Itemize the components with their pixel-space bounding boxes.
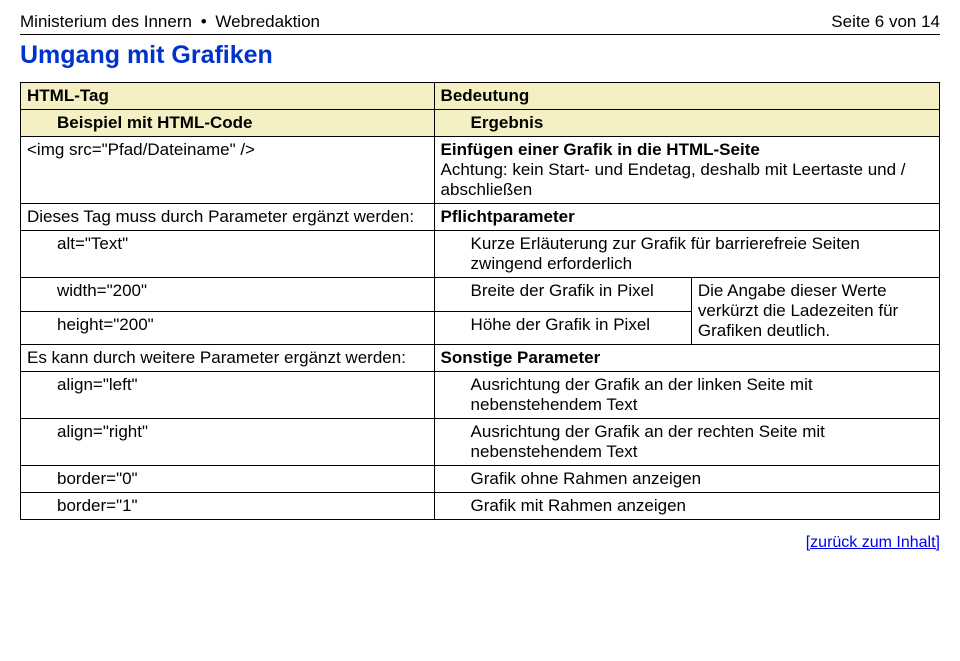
dept-name: Webredaktion [215,12,320,31]
footer-link-wrap: [zurück zum Inhalt] [20,532,940,552]
cell-sonstige-label: Es kann durch weitere Parameter ergänzt … [21,345,435,372]
cell-align-right: align="right" [21,419,435,466]
cell-border0: border="0" [21,466,435,493]
cell-border1: border="1" [21,493,435,520]
cell-align-right-desc: Ausrichtung der Grafik an der rechten Se… [434,419,939,466]
cell-align-left-desc: Ausrichtung der Grafik an der linken Sei… [434,372,939,419]
org-name: Ministerium des Innern [20,12,192,31]
page-header: Ministerium des Innern • Webredaktion Se… [20,12,940,35]
cell-border0-desc: Grafik ohne Rahmen anzeigen [434,466,939,493]
cell-alt-desc: Kurze Erläuterung zur Grafik für barrier… [434,231,939,278]
cell-alt: alt="Text" [21,231,435,278]
cell-width: width="200" [21,278,435,312]
cell-align-left: align="left" [21,372,435,419]
cell-dims-note: Die Angabe dieser Werte verkürzt die Lad… [691,278,939,345]
cell-height: height="200" [21,311,435,345]
th-html-tag: HTML-Tag [21,83,435,110]
cell-pflicht-head: Pflichtparameter [434,204,939,231]
cell-height-desc: Höhe der Grafik in Pixel [434,311,691,345]
content-table: HTML-Tag Bedeutung Beispiel mit HTML-Cod… [20,82,940,520]
cell-border1-desc: Grafik mit Rahmen anzeigen [434,493,939,520]
cell-img-tag: <img src="Pfad/Dateiname" /> [21,137,435,204]
th-bedeutung: Bedeutung [434,83,939,110]
separator-dot: • [201,12,207,32]
page-number: Seite 6 von 14 [831,12,940,32]
th-ergebnis: Ergebnis [434,110,939,137]
cell-width-desc: Breite der Grafik in Pixel [434,278,691,312]
header-left: Ministerium des Innern • Webredaktion [20,12,320,32]
cell-sonstige-head: Sonstige Parameter [434,345,939,372]
cell-img-desc: Einfügen einer Grafik in die HTML-SeiteA… [434,137,939,204]
cell-pflicht-label: Dieses Tag muss durch Parameter ergänzt … [21,204,435,231]
back-to-contents-link[interactable]: [zurück zum Inhalt] [806,534,940,551]
th-beispiel: Beispiel mit HTML-Code [21,110,435,137]
page-title: Umgang mit Grafiken [20,41,940,70]
